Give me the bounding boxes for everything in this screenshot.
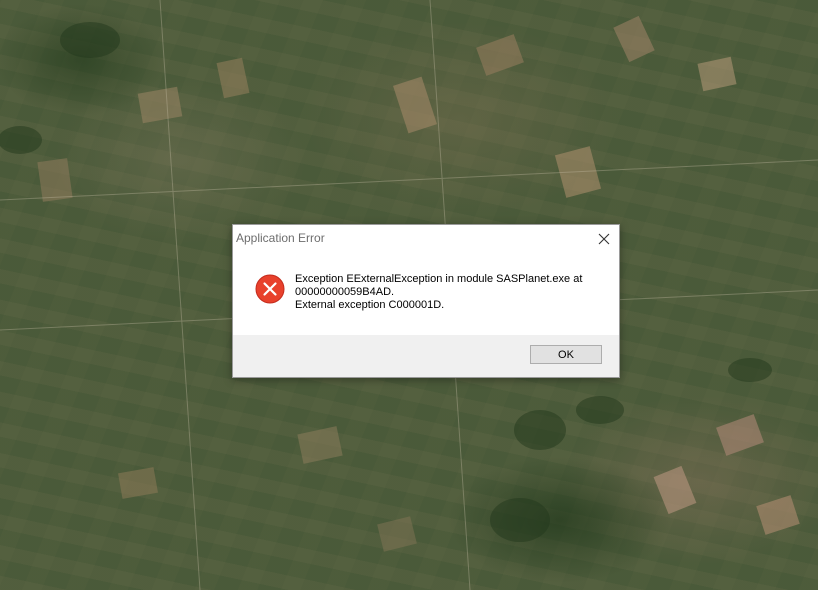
- application-error-dialog: Application Error Exception EExternalExc…: [232, 224, 620, 378]
- error-message-line: Exception EExternalException in module S…: [295, 273, 583, 285]
- close-button[interactable]: [595, 230, 613, 248]
- error-icon: [255, 274, 285, 304]
- error-message: Exception EExternalException in module S…: [295, 273, 605, 312]
- dialog-body: Exception EExternalException in module S…: [233, 251, 619, 335]
- ok-button[interactable]: OK: [530, 345, 602, 364]
- dialog-footer: OK: [233, 335, 619, 377]
- dialog-title: Application Error: [236, 231, 325, 245]
- error-message-line: External exception C000001D.: [295, 299, 445, 311]
- error-message-line: 00000000059B4AD.: [295, 286, 395, 298]
- dialog-titlebar[interactable]: Application Error: [233, 225, 619, 251]
- close-icon: [598, 233, 610, 245]
